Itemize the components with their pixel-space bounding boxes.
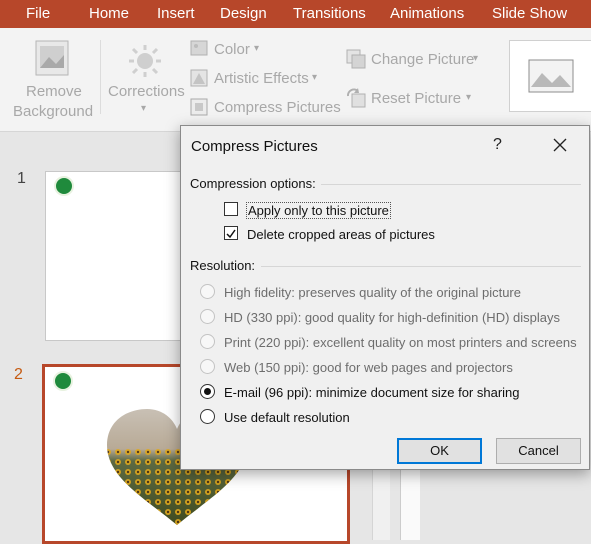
- reset-picture-icon: [346, 88, 366, 113]
- color-button[interactable]: Color: [214, 41, 250, 58]
- corrections-label[interactable]: Corrections: [108, 83, 185, 100]
- artistic-effects-icon: [190, 69, 208, 92]
- help-button[interactable]: ?: [493, 136, 502, 154]
- change-picture-dropdown-icon[interactable]: ▾: [473, 53, 478, 64]
- apply-only-label[interactable]: Apply only to this picture: [246, 202, 391, 219]
- radio-print[interactable]: [200, 334, 215, 349]
- sun-icon: [128, 44, 162, 83]
- tab-insert[interactable]: Insert: [157, 5, 195, 22]
- resolution-heading: Resolution:: [190, 258, 256, 273]
- default-resolution-label[interactable]: Use default resolution: [224, 410, 350, 425]
- tab-file[interactable]: File: [26, 5, 50, 22]
- close-button[interactable]: [547, 132, 573, 158]
- checkmark-icon: [226, 229, 236, 239]
- radio-high-fidelity[interactable]: [200, 284, 215, 299]
- change-picture-button[interactable]: Change Picture: [371, 51, 474, 68]
- delete-cropped-checkbox[interactable]: [224, 226, 238, 240]
- tab-transitions[interactable]: Transitions: [293, 5, 366, 22]
- logo-icon: [53, 371, 73, 391]
- picture-style-icon: [528, 59, 574, 93]
- compress-pictures-icon: [190, 98, 208, 121]
- email-label[interactable]: E-mail (96 ppi): minimize document size …: [224, 385, 520, 400]
- tab-design[interactable]: Design: [220, 5, 267, 22]
- compress-pictures-button[interactable]: Compress Pictures: [214, 99, 341, 116]
- ok-button[interactable]: OK: [397, 438, 482, 464]
- artistic-effects-button[interactable]: Artistic Effects: [214, 70, 309, 87]
- close-icon: [553, 138, 567, 152]
- tab-slide-show[interactable]: Slide Show: [492, 5, 567, 22]
- radio-hd[interactable]: [200, 309, 215, 324]
- resolution-divider: [261, 266, 581, 267]
- ribbon-separator: [100, 40, 101, 114]
- compression-options-heading: Compression options:: [190, 176, 316, 191]
- radio-default-resolution[interactable]: [200, 409, 215, 424]
- color-dropdown-icon[interactable]: ▾: [254, 43, 259, 54]
- delete-cropped-label[interactable]: Delete cropped areas of pictures: [247, 227, 435, 242]
- radio-web[interactable]: [200, 359, 215, 374]
- remove-background-icon: [35, 40, 69, 81]
- artistic-effects-dropdown-icon[interactable]: ▾: [312, 72, 317, 83]
- change-picture-icon: [346, 49, 366, 74]
- reset-picture-dropdown-icon[interactable]: ▾: [466, 92, 471, 103]
- compress-pictures-dialog: Compress Pictures ? Compression options:…: [180, 125, 590, 470]
- dialog-title: Compress Pictures: [191, 138, 318, 155]
- slide-number-1: 1: [17, 170, 26, 187]
- tab-animations[interactable]: Animations: [390, 5, 464, 22]
- logo-icon: [54, 176, 74, 196]
- web-label[interactable]: Web (150 ppi): good for web pages and pr…: [224, 360, 513, 375]
- radio-selected-dot: [204, 388, 211, 395]
- ribbon-tab-bar: File Home Insert Design Transitions Anim…: [0, 0, 591, 28]
- hd-label[interactable]: HD (330 ppi): good quality for high-defi…: [224, 310, 560, 325]
- compression-divider: [321, 184, 581, 185]
- slide-number-2: 2: [14, 366, 23, 383]
- print-label[interactable]: Print (220 ppi): excellent quality on mo…: [224, 335, 577, 350]
- color-icon: [190, 40, 208, 61]
- tab-home[interactable]: Home: [89, 5, 129, 22]
- apply-only-checkbox[interactable]: [224, 202, 238, 216]
- high-fidelity-label[interactable]: High fidelity: preserves quality of the …: [224, 285, 521, 300]
- vertical-ruler: [400, 470, 420, 540]
- ribbon: Remove Background Corrections ▾ Color ▾ …: [0, 28, 591, 132]
- remove-background-label-1[interactable]: Remove: [26, 83, 82, 100]
- corrections-dropdown-icon[interactable]: ▾: [141, 103, 146, 114]
- reset-picture-button[interactable]: Reset Picture: [371, 90, 461, 107]
- cancel-button[interactable]: Cancel: [496, 438, 581, 464]
- picture-style-gallery[interactable]: [509, 40, 591, 112]
- radio-email[interactable]: [200, 384, 215, 399]
- remove-background-label-2[interactable]: Background: [13, 103, 93, 120]
